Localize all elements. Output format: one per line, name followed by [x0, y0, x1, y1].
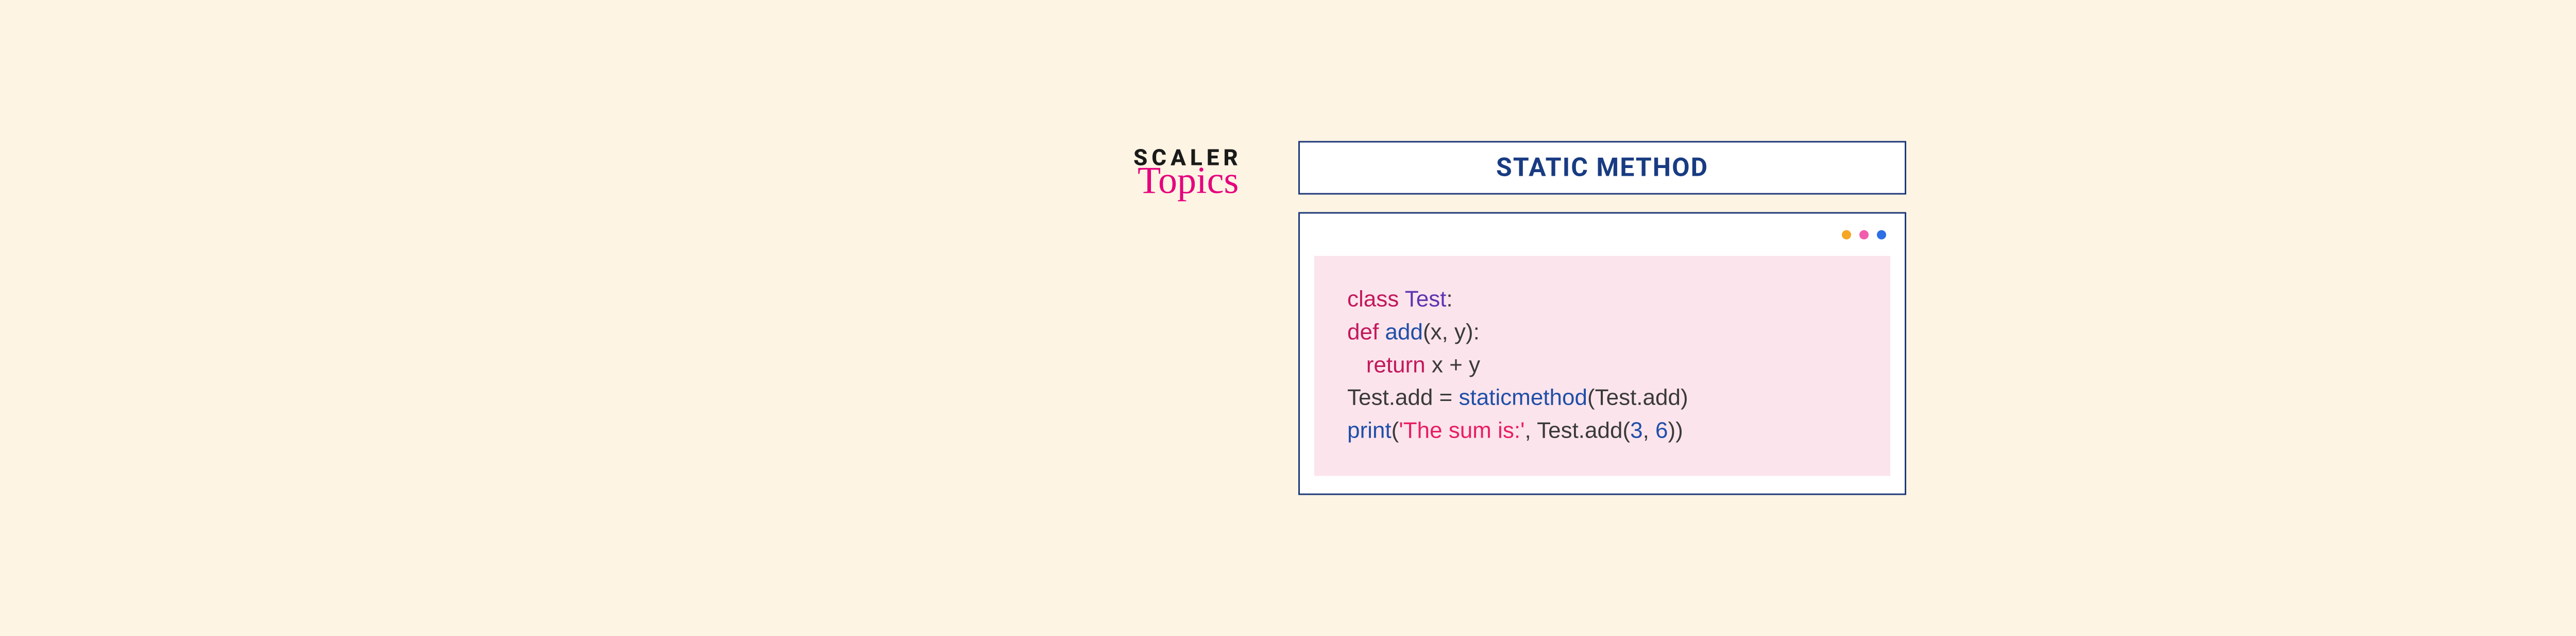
- builtin: staticmethod: [1459, 385, 1587, 410]
- paren: (: [1392, 418, 1399, 443]
- params: (x, y):: [1423, 319, 1480, 344]
- sep: ,: [1643, 418, 1655, 443]
- code-line: Test.add = staticmethod(Test.add): [1347, 381, 1863, 414]
- keyword-return: return: [1366, 352, 1426, 377]
- number-literal: 3: [1630, 418, 1642, 443]
- content-column: STATIC METHOD class Test: def add(x, y):…: [1298, 141, 1906, 495]
- func-name: add: [1385, 319, 1422, 344]
- logo-text-bottom: Topics: [1138, 166, 1239, 196]
- window-title-bar: [1300, 214, 1905, 256]
- code-line: return x + y: [1347, 348, 1863, 381]
- string-literal: 'The sum is:': [1399, 418, 1524, 443]
- code-line: print('The sum is:', Test.add(3, 6)): [1347, 414, 1863, 447]
- builtin-print: print: [1347, 418, 1392, 443]
- call-arg: (Test.add): [1587, 385, 1688, 410]
- code-window: class Test: def add(x, y): return x + y …: [1298, 212, 1906, 495]
- call-mid: , Test.add(: [1524, 418, 1630, 443]
- code-area: class Test: def add(x, y): return x + y …: [1314, 256, 1890, 476]
- expr: x + y: [1426, 352, 1480, 377]
- keyword-class: class: [1347, 287, 1399, 312]
- keyword-def: def: [1347, 319, 1379, 344]
- code-line: def add(x, y):: [1347, 315, 1863, 348]
- punct: :: [1446, 287, 1452, 312]
- brand-logo: SCALER Topics: [1133, 146, 1267, 196]
- window-dot-icon: [1877, 230, 1886, 240]
- window-dot-icon: [1859, 230, 1869, 240]
- diagram-stage: SCALER Topics STATIC METHOD class Test: …: [1133, 141, 1958, 495]
- assign-lhs: Test.add =: [1347, 385, 1459, 410]
- title-text: STATIC METHOD: [1300, 153, 1905, 183]
- title-box: STATIC METHOD: [1298, 141, 1906, 195]
- paren-close: )): [1668, 418, 1683, 443]
- code-line: class Test:: [1347, 283, 1863, 316]
- number-literal: 6: [1655, 418, 1668, 443]
- window-dot-icon: [1842, 230, 1851, 240]
- class-name: Test: [1405, 287, 1447, 312]
